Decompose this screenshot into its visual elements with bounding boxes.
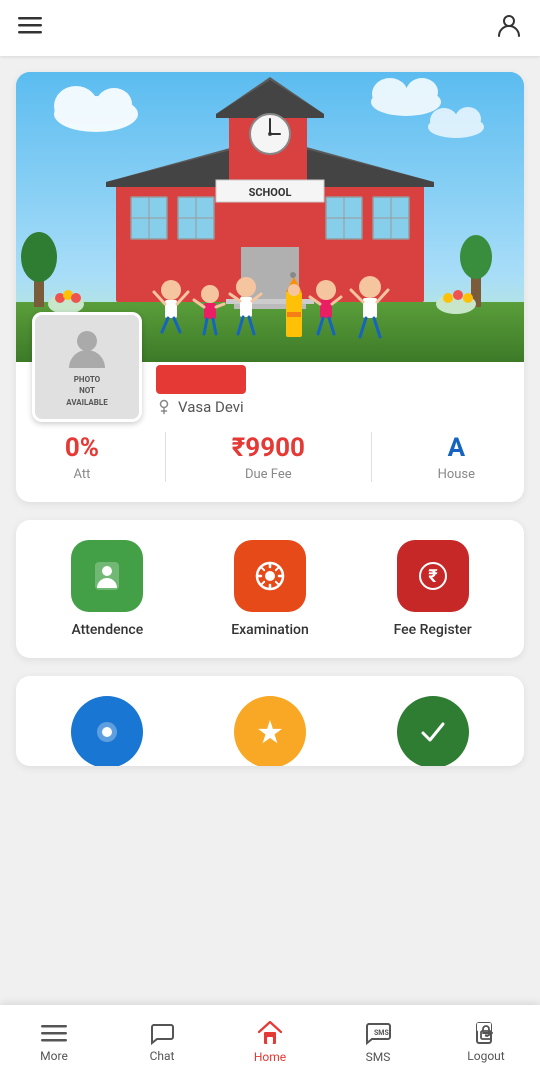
sms-icon: SMS [364, 1019, 392, 1047]
fee-register-icon: ₹ [415, 558, 451, 594]
home-icon [256, 1019, 284, 1047]
nav-label-logout: Logout [467, 1049, 504, 1063]
student-photo-box: PHOTO NOT AVAILABLE [32, 312, 142, 422]
house-label: House [438, 467, 475, 482]
menu-item-2-3[interactable] [351, 696, 514, 766]
nav-label-more: More [40, 1049, 68, 1063]
menu-icon-2-2 [234, 696, 306, 766]
more-icon [41, 1020, 67, 1046]
menu-item-2-1[interactable] [26, 696, 189, 766]
fee-label: Due Fee [245, 467, 292, 482]
menu-icon-2-1 [71, 696, 143, 766]
profile-info-section: PHOTO NOT AVAILABLE Vasa Devi [16, 312, 524, 502]
menu-grid-1: Attendence Examination ₹ [26, 540, 514, 638]
bottom-nav: More Chat Home SMS SMS [0, 1005, 540, 1077]
house-value: A [448, 433, 465, 463]
menu-icon-2-3 [397, 696, 469, 766]
svg-text:₹: ₹ [428, 566, 438, 587]
nav-label-home: Home [254, 1050, 286, 1064]
fee-register-label: Fee Register [394, 622, 472, 638]
nav-item-home[interactable]: Home [216, 1013, 324, 1070]
att-value: 0% [65, 433, 99, 463]
menu-card-1: Attendence Examination ₹ [16, 520, 524, 658]
hamburger-icon[interactable] [18, 13, 42, 43]
attendence-icon-circle [71, 540, 143, 612]
school-name-row: Vasa Devi [156, 398, 246, 416]
icon-2-2 [254, 716, 286, 748]
menu-item-attendence[interactable]: Attendence [26, 540, 189, 638]
chat-icon [149, 1020, 175, 1046]
logout-icon [473, 1020, 499, 1046]
svg-text:SMS: SMS [374, 1029, 389, 1037]
fee-register-icon-circle: ₹ [397, 540, 469, 612]
attendence-label: Attendence [71, 622, 143, 638]
att-label: Att [74, 467, 91, 482]
student-name-school-col: Vasa Devi [156, 365, 246, 422]
stat-divider-1 [165, 432, 166, 482]
icon-2-1 [91, 716, 123, 748]
fee-value: ₹9900 [232, 433, 305, 463]
nav-item-chat[interactable]: Chat [108, 1014, 216, 1069]
examination-icon-circle [234, 540, 306, 612]
examination-icon [252, 558, 288, 594]
nav-item-logout[interactable]: Logout [432, 1014, 540, 1069]
main-content: SCHOOL [0, 56, 540, 864]
photo-name-row: PHOTO NOT AVAILABLE Vasa Devi [32, 312, 508, 422]
examination-label: Examination [231, 622, 309, 638]
menu-item-examination[interactable]: Examination [189, 540, 352, 638]
nav-item-sms[interactable]: SMS SMS [324, 1013, 432, 1070]
school-name-text: Vasa Devi [178, 398, 244, 416]
fee-stat: ₹9900 Due Fee [232, 433, 305, 482]
top-bar [0, 0, 540, 56]
att-stat: 0% Att [65, 433, 99, 482]
profile-top-icon[interactable] [496, 12, 522, 44]
icon-2-3 [417, 716, 449, 748]
nav-label-chat: Chat [150, 1049, 175, 1063]
nav-item-more[interactable]: More [0, 1014, 108, 1069]
attendence-icon [89, 558, 125, 594]
menu-grid-2 [26, 696, 514, 766]
photo-not-available-text: PHOTO NOT AVAILABLE [66, 374, 107, 408]
stats-row: 0% Att ₹9900 Due Fee A House [32, 432, 508, 482]
nav-label-sms: SMS [366, 1050, 391, 1064]
gender-icon [156, 399, 172, 415]
person-silhouette-icon [65, 326, 109, 370]
menu-item-2-2[interactable] [189, 696, 352, 766]
house-stat: A House [438, 433, 475, 482]
menu-item-fee-register[interactable]: ₹ Fee Register [351, 540, 514, 638]
menu-card-2 [16, 676, 524, 766]
student-name-badge [156, 365, 246, 394]
profile-card: SCHOOL [16, 72, 524, 502]
stat-divider-2 [371, 432, 372, 482]
svg-text:SCHOOL: SCHOOL [249, 186, 292, 199]
